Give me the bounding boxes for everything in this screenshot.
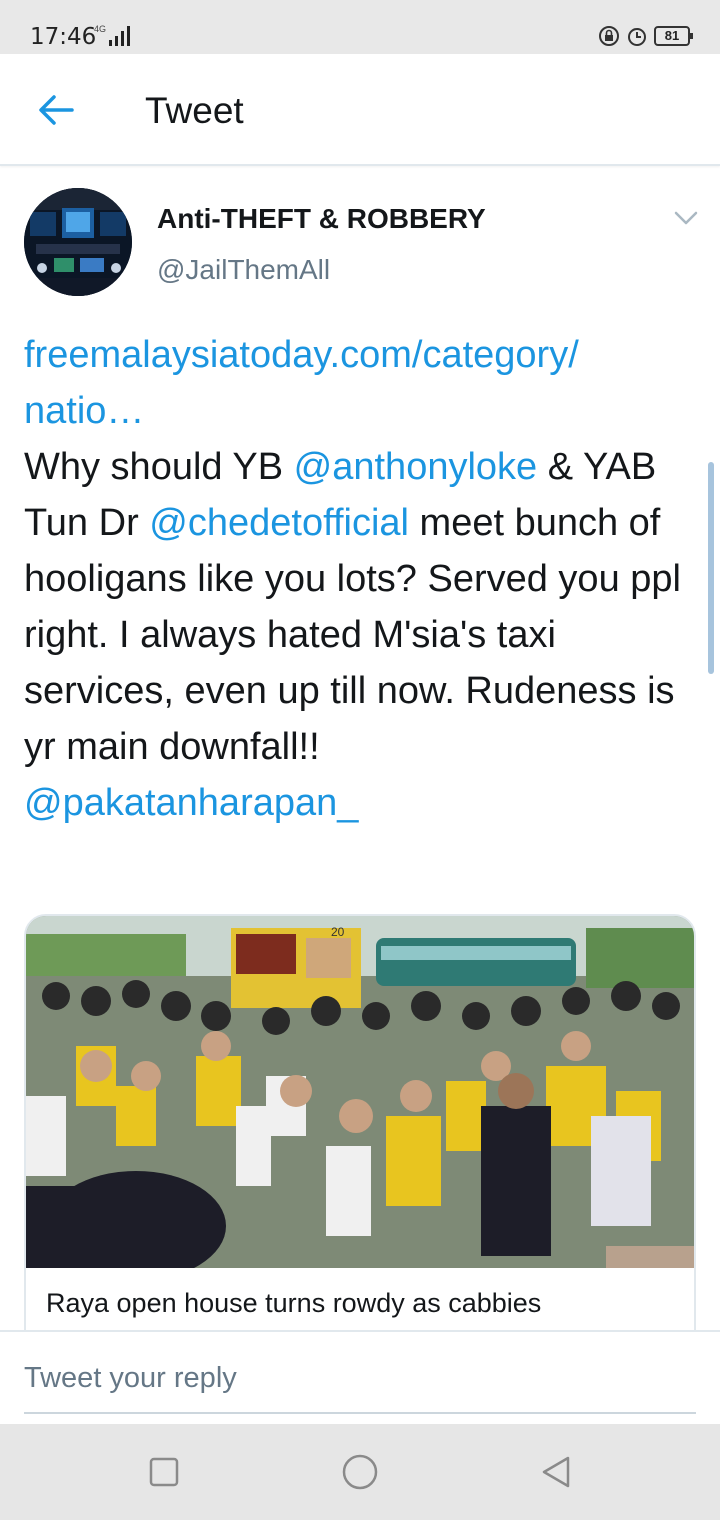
reply-input[interactable]: Tweet your reply [24, 1362, 237, 1395]
user-handle[interactable]: @JailThemAll [157, 254, 330, 286]
banner-number: 20 [331, 925, 345, 939]
app-header: Tweet [0, 54, 720, 166]
reply-bar: Tweet your reply [0, 1330, 720, 1424]
tweet-link[interactable]: freemalaysiatoday.com/category/natio… [24, 334, 579, 432]
signal-icon [109, 26, 130, 46]
avatar[interactable] [24, 188, 132, 296]
mention-pakatanharapan[interactable]: @pakatanharapan_ [24, 782, 358, 824]
link-preview-card[interactable]: 20 Raya open house turns rowdy as cabbie… [24, 914, 696, 1354]
home-icon[interactable] [340, 1452, 380, 1492]
status-time: 17:46 [30, 24, 97, 50]
mention-chedetofficial[interactable]: @chedetofficial [149, 502, 409, 544]
battery-icon: 81 [654, 26, 693, 46]
reply-underline [24, 1412, 696, 1414]
mention-anthonyloke[interactable]: @anthonyloke [294, 446, 538, 488]
navigation-bar [0, 1424, 720, 1520]
network-type: 4G [94, 24, 107, 34]
scrollbar[interactable] [708, 462, 714, 674]
tweet-text: freemalaysiatoday.com/category/natio… Why… [24, 327, 704, 831]
card-image: 20 [26, 916, 694, 1268]
tweet-link-line-2: natio… [24, 390, 145, 432]
recents-icon[interactable] [144, 1452, 184, 1492]
status-icons: 81 [598, 25, 693, 47]
page-title: Tweet [145, 90, 244, 131]
back-triangle-icon[interactable] [536, 1452, 576, 1492]
lock-rotation-icon [599, 26, 619, 46]
chevron-down-icon[interactable] [672, 206, 700, 230]
status-bar: 17:46 4G 81 [0, 0, 720, 54]
alarm-icon [628, 28, 646, 46]
battery-level: 81 [664, 28, 680, 43]
cockpit-avatar-image [24, 188, 132, 296]
tweet-body-part-1: Why should YB [24, 446, 294, 488]
arrow-left-icon[interactable] [34, 90, 78, 130]
display-name[interactable]: Anti-THEFT & ROBBERY [157, 203, 486, 235]
card-title: Raya open house turns rowdy as cabbies [46, 1288, 542, 1318]
tweet-link-line-1: freemalaysiatoday.com/category/ [24, 334, 579, 376]
